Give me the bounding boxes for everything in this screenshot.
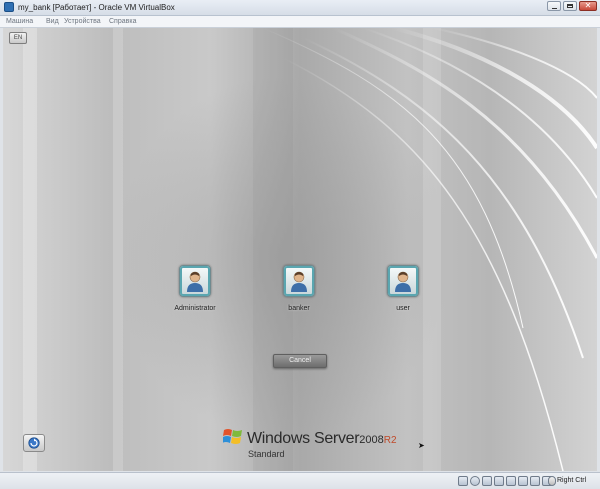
close-button[interactable] (579, 1, 597, 11)
keyboard-layout-indicator[interactable]: EN (9, 32, 27, 44)
menu-item-help[interactable]: Справка (109, 16, 136, 27)
ease-of-access-icon (28, 437, 40, 449)
cancel-button[interactable]: Cancel (273, 354, 327, 368)
network-icon[interactable] (518, 476, 528, 486)
optical-drive-icon[interactable] (470, 476, 480, 486)
user-avatar-icon (387, 265, 419, 297)
shared-folders-icon[interactable] (494, 476, 504, 486)
mouse-integration-icon[interactable] (548, 476, 556, 486)
user-tile-administrator[interactable]: Administrator (155, 265, 235, 312)
mouse-cursor-icon: ➤ (418, 441, 425, 450)
display-icon[interactable] (506, 476, 516, 486)
menu-item-machine[interactable]: Машина (6, 16, 33, 27)
product-version: 2008 (359, 434, 384, 446)
hard-disk-icon[interactable] (458, 476, 468, 486)
usb-icon[interactable] (482, 476, 492, 486)
user-tile-user[interactable]: user (363, 265, 443, 312)
status-bar: Right Ctrl (0, 472, 600, 489)
vm-display[interactable]: EN Administrator banker user Cancel Wind… (3, 28, 597, 471)
user-avatar-icon (179, 265, 211, 297)
menu-bar: Машина Вид Устройства Справка (0, 16, 600, 28)
user-avatar-icon (283, 265, 315, 297)
menu-item-devices[interactable]: Устройства (64, 16, 101, 27)
video-capture-icon[interactable] (530, 476, 540, 486)
user-name: user (396, 305, 410, 312)
user-tile-banker[interactable]: banker (259, 265, 339, 312)
host-key-label: Right Ctrl (557, 477, 587, 484)
menu-item-view[interactable]: Вид (46, 16, 59, 27)
windows-logo-icon (223, 429, 242, 444)
product-name: Windows Server (247, 430, 360, 447)
ease-of-access-button[interactable] (23, 434, 45, 452)
window-title: my_bank [Работает] - Oracle VM VirtualBo… (18, 3, 175, 12)
virtualbox-icon (4, 2, 14, 12)
maximize-button[interactable] (563, 1, 577, 11)
product-brand: Windows Server2008R2 (247, 430, 397, 448)
title-bar: my_bank [Работает] - Oracle VM VirtualBo… (0, 0, 600, 16)
minimize-button[interactable] (547, 1, 561, 11)
window-controls (547, 1, 597, 13)
product-edition: Standard (248, 449, 285, 459)
wallpaper-streaks (23, 28, 597, 471)
product-release: R2 (383, 435, 397, 446)
user-name: Administrator (174, 305, 216, 312)
user-name: banker (288, 305, 310, 312)
